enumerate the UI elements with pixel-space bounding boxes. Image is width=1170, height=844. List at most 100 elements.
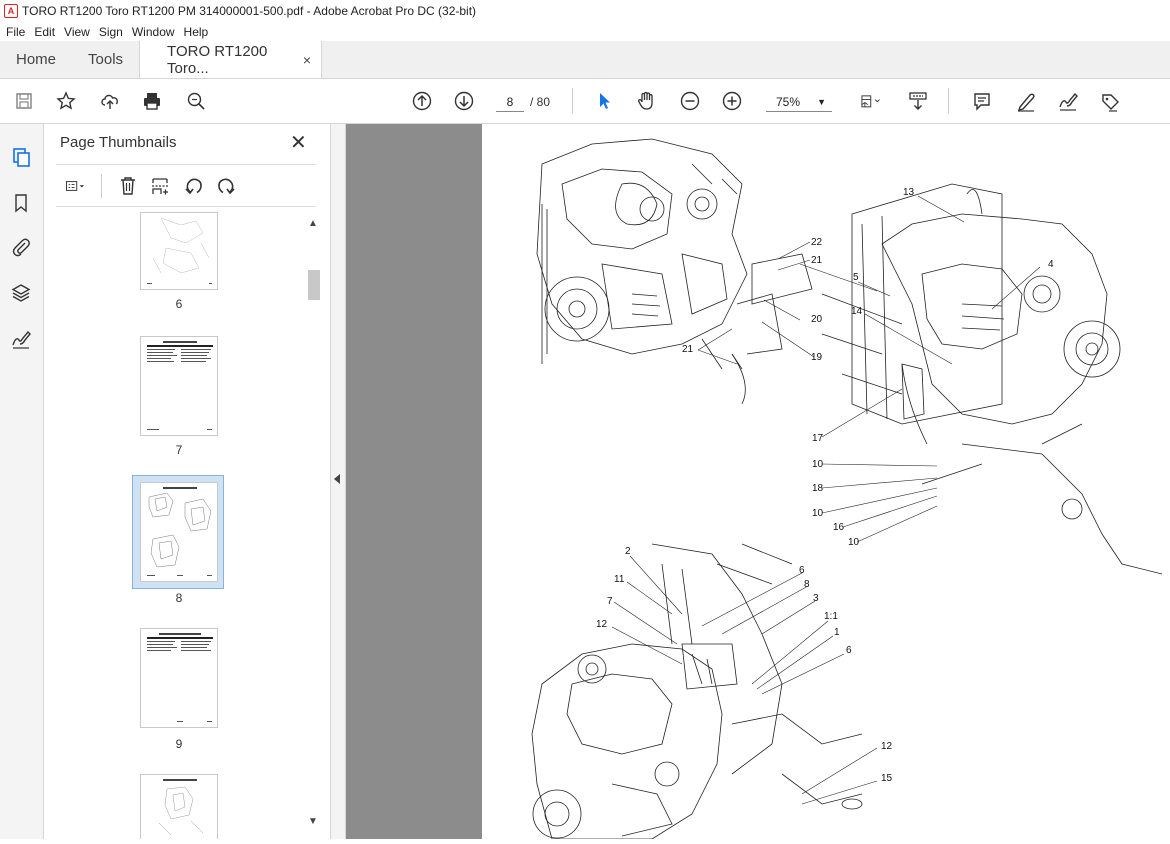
toolbar-divider <box>948 88 949 114</box>
callout-label: 16 <box>833 522 845 533</box>
panel-title: Page Thumbnails <box>60 134 177 151</box>
callout-label: 12 <box>881 741 893 752</box>
callout-label: 18 <box>812 483 824 494</box>
window-title: TORO RT1200 Toro RT1200 PM 314000001-500… <box>22 4 477 18</box>
scroll-mode-icon[interactable] <box>904 87 932 115</box>
zoom-search-icon[interactable] <box>182 87 210 115</box>
callout-label: 13 <box>903 187 915 198</box>
callout-label: 20 <box>811 314 823 325</box>
zoom-value: 75% <box>776 95 801 109</box>
toolbar: 8 / 80 75% ▼ <box>0 79 1170 124</box>
callout-label: 10 <box>848 537 860 548</box>
callout-label: 22 <box>811 237 823 248</box>
callout-label: 12 <box>596 619 608 630</box>
previous-page-icon[interactable] <box>408 87 436 115</box>
pdf-icon: A <box>4 4 18 18</box>
thumbnail-label: 9 <box>175 737 183 751</box>
left-nav-rail <box>0 124 44 839</box>
star-icon[interactable] <box>52 87 80 115</box>
cloud-upload-icon[interactable] <box>96 87 124 115</box>
thumbnail-label: 6 <box>175 297 183 311</box>
page-thumbnail[interactable] <box>140 212 218 290</box>
page-thumbnails-panel: Page Thumbnails ✕ 6 7 8 9 ▲ ▼ <box>44 124 330 839</box>
page-thumbnail[interactable] <box>140 774 218 839</box>
tab-tools[interactable]: Tools <box>72 41 139 78</box>
callout-label: 6 <box>799 565 805 576</box>
callout-label: 14 <box>851 306 863 317</box>
fit-page-icon[interactable] <box>852 87 888 115</box>
tab-home[interactable]: Home <box>0 41 72 78</box>
callout-label: 19 <box>811 352 823 363</box>
zoom-in-icon[interactable] <box>718 87 746 115</box>
chevron-down-icon: ▼ <box>817 97 826 107</box>
callout-label: 8 <box>804 579 810 590</box>
scroll-up-icon[interactable]: ▲ <box>308 218 318 229</box>
tab-document-label: TORO RT1200 Toro... <box>167 42 268 77</box>
comment-icon[interactable] <box>968 87 996 115</box>
toolbar-divider <box>572 88 573 114</box>
rotate-clockwise-icon[interactable] <box>214 174 238 198</box>
print-icon[interactable] <box>138 87 166 115</box>
fill-sign-tag-icon[interactable] <box>1096 87 1124 115</box>
callout-label: 1 <box>834 627 840 638</box>
menu-window[interactable]: Window <box>132 25 175 39</box>
hand-tool-icon[interactable] <box>632 87 660 115</box>
panel-collapse-handle[interactable] <box>330 124 346 839</box>
callout-label: 15 <box>881 773 893 784</box>
title-bar: A TORO RT1200 Toro RT1200 PM 314000001-5… <box>0 0 1170 22</box>
tab-bar: Home Tools TORO RT1200 Toro... × <box>0 41 1170 79</box>
close-panel-icon[interactable]: ✕ <box>290 130 307 155</box>
engine-assembly-drawing <box>531 138 1163 840</box>
page-thumbnail[interactable] <box>140 628 218 728</box>
delete-icon[interactable] <box>116 174 140 198</box>
sign-icon[interactable] <box>1054 87 1082 115</box>
rotate-counterclockwise-icon[interactable] <box>182 174 206 198</box>
toolbar-divider <box>101 174 102 198</box>
menu-sign[interactable]: Sign <box>99 25 123 39</box>
callout-label: 1:1 <box>824 611 838 622</box>
tab-document[interactable]: TORO RT1200 Toro... × <box>139 41 323 78</box>
thumbnail-options-icon[interactable] <box>58 174 94 198</box>
thumbnail-label: 7 <box>175 443 183 457</box>
insert-page-icon[interactable] <box>148 174 172 198</box>
select-cursor-icon[interactable] <box>590 87 618 115</box>
callout-label: 6 <box>846 645 852 656</box>
callout-label: 3 <box>813 593 819 604</box>
page-thumbnail[interactable] <box>140 336 218 436</box>
menu-view[interactable]: View <box>64 25 90 39</box>
callout-label: 5 <box>853 272 859 283</box>
scroll-down-icon[interactable]: ▼ <box>308 816 318 827</box>
collapse-arrow-icon <box>334 474 340 484</box>
menu-help[interactable]: Help <box>184 25 209 39</box>
thumbnail-scrollbar[interactable]: ▲ ▼ <box>306 212 322 832</box>
menu-file[interactable]: File <box>6 25 25 39</box>
callout-label: 17 <box>812 433 824 444</box>
page-number-input[interactable]: 8 <box>496 92 524 112</box>
menu-bar: File Edit View Sign Window Help <box>0 22 1170 41</box>
page-thumbnails-icon[interactable] <box>8 144 34 170</box>
next-page-icon[interactable] <box>450 87 478 115</box>
bookmark-icon[interactable] <box>8 190 34 216</box>
close-tab-icon[interactable]: × <box>303 52 311 68</box>
divider <box>56 164 316 165</box>
callout-label: 7 <box>607 596 613 607</box>
page-total: / 80 <box>530 95 551 109</box>
zoom-out-icon[interactable] <box>676 87 704 115</box>
layers-icon[interactable] <box>8 280 34 306</box>
callout-label: 10 <box>812 459 824 470</box>
menu-edit[interactable]: Edit <box>34 25 55 39</box>
highlight-pen-icon[interactable] <box>1012 87 1040 115</box>
signature-panel-icon[interactable] <box>8 326 34 352</box>
callout-label: 10 <box>812 508 824 519</box>
attachment-icon[interactable] <box>8 234 34 260</box>
page-thumbnail[interactable] <box>140 482 218 582</box>
divider <box>56 206 316 207</box>
pdf-page: 13 22 21 4 5 20 14 21 19 17 10 18 10 16 … <box>482 124 1170 840</box>
callout-label: 21 <box>682 344 694 355</box>
scrollbar-thumb[interactable] <box>308 270 320 300</box>
zoom-select[interactable]: 75% ▼ <box>766 92 832 112</box>
save-icon[interactable] <box>10 87 38 115</box>
callout-label: 21 <box>811 255 823 266</box>
document-viewer[interactable]: 13 22 21 4 5 20 14 21 19 17 10 18 10 16 … <box>346 124 1170 840</box>
callout-label: 2 <box>625 546 631 557</box>
